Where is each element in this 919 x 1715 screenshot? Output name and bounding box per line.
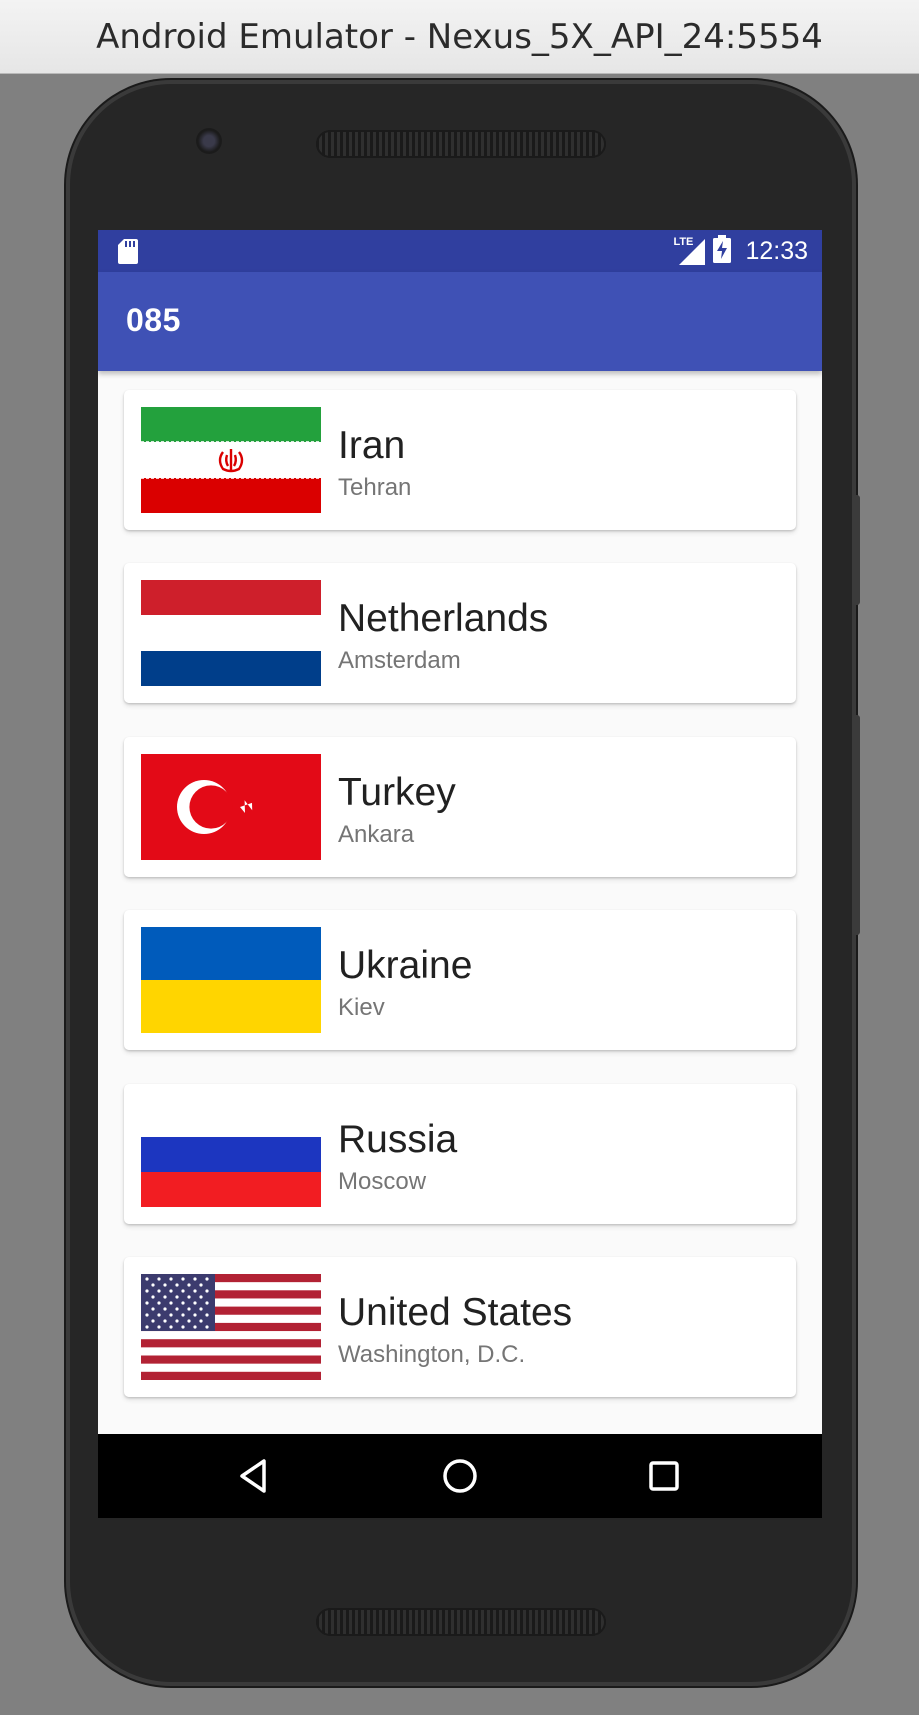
russia-flag-image [141, 1101, 321, 1207]
country-capital: Kiev [338, 994, 385, 1021]
front-camera [196, 128, 222, 154]
country-card-united-states[interactable]: United States Washington, D.C. [124, 1257, 796, 1397]
window-title: Android Emulator - Nexus_5X_API_24:5554 [96, 16, 823, 57]
country-name: Turkey [338, 771, 456, 814]
netherlands-flag-image [141, 580, 321, 686]
turkey-flag-image [141, 754, 321, 860]
home-icon[interactable] [437, 1453, 483, 1503]
status-time: 12:33 [745, 236, 808, 265]
country-name: United States [338, 1291, 573, 1334]
device-screen: LTE 12:33 085 Iran Tehran Netherlands Am… [98, 230, 822, 1518]
country-name: Netherlands [338, 597, 549, 640]
bottom-speaker [316, 1608, 606, 1636]
network-type-label: LTE [673, 236, 694, 248]
country-card-russia[interactable]: Russia Moscow [124, 1084, 796, 1224]
country-name: Ukraine [338, 944, 473, 987]
app-title: 085 [126, 302, 181, 338]
country-capital: Ankara [338, 821, 415, 848]
country-card-ukraine[interactable]: Ukraine Kiev [124, 910, 796, 1050]
country-card-turkey[interactable]: Turkey Ankara [124, 737, 796, 877]
battery-charging-icon [713, 235, 732, 267]
status-bar: LTE 12:33 [98, 230, 822, 272]
recents-icon[interactable] [641, 1453, 687, 1503]
emulator-title-bar: Android Emulator - Nexus_5X_API_24:5554 [0, 0, 919, 74]
ukraine-flag-image [141, 927, 321, 1033]
sd-card-icon [118, 239, 138, 268]
navigation-bar [98, 1434, 822, 1518]
power-button[interactable] [852, 495, 860, 605]
back-icon[interactable] [232, 1453, 278, 1503]
top-speaker [316, 130, 606, 158]
country-capital: Moscow [338, 1168, 427, 1195]
country-capital: Tehran [338, 474, 412, 501]
country-capital: Amsterdam [338, 647, 461, 674]
country-name: Iran [338, 424, 406, 467]
country-capital: Washington, D.C. [338, 1341, 526, 1368]
app-bar: 085 [98, 272, 822, 371]
united-states-flag-image [141, 1274, 321, 1380]
country-card-netherlands[interactable]: Netherlands Amsterdam [124, 563, 796, 703]
country-card-iran[interactable]: Iran Tehran [124, 390, 796, 530]
lte-signal-icon: LTE [673, 236, 706, 265]
volume-button[interactable] [852, 715, 860, 935]
country-name: Russia [338, 1118, 458, 1161]
iran-flag-image [141, 407, 321, 513]
